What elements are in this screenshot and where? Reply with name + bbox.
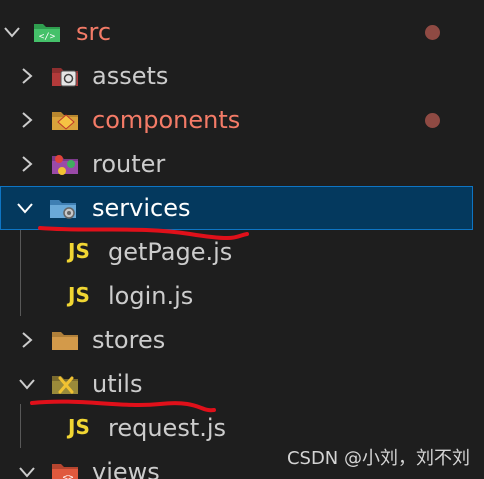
folder-components-icon bbox=[52, 112, 78, 130]
tree-item-label: components bbox=[92, 106, 241, 134]
tree-item-login-js[interactable]: JS login.js bbox=[0, 274, 484, 318]
chevron-down-icon[interactable] bbox=[15, 198, 35, 218]
javascript-file-icon: JS bbox=[68, 415, 90, 439]
modified-indicator bbox=[425, 25, 440, 40]
svg-text:<>: <> bbox=[63, 473, 74, 479]
chevron-right-icon[interactable] bbox=[17, 330, 37, 350]
folder-views-icon: <> bbox=[52, 464, 78, 479]
javascript-file-icon: JS bbox=[68, 239, 90, 263]
folder-assets-icon bbox=[52, 68, 78, 87]
chevron-down-icon[interactable] bbox=[17, 462, 37, 479]
tree-item-getpage-js[interactable]: JS getPage.js bbox=[0, 230, 484, 274]
tree-item-router[interactable]: router bbox=[0, 142, 484, 186]
javascript-file-icon: JS bbox=[68, 283, 90, 307]
chevron-right-icon[interactable] bbox=[17, 66, 37, 86]
chevron-right-icon[interactable] bbox=[17, 154, 37, 174]
folder-router-icon bbox=[52, 155, 78, 175]
folder-utils-icon bbox=[52, 376, 78, 394]
tree-item-label: src bbox=[76, 18, 112, 46]
folder-src-icon: </> bbox=[34, 24, 60, 42]
tree-item-utils[interactable]: utils bbox=[0, 362, 484, 406]
tree-item-assets[interactable]: assets bbox=[0, 54, 484, 98]
tree-item-label: router bbox=[92, 150, 166, 178]
tree-item-label: assets bbox=[92, 62, 169, 90]
tree-item-stores[interactable]: stores bbox=[0, 318, 484, 362]
chevron-down-icon[interactable] bbox=[2, 22, 22, 42]
tree-item-request-js[interactable]: JS request.js bbox=[0, 406, 484, 450]
file-explorer-tree: </> src assets components router service… bbox=[0, 0, 484, 479]
chevron-down-icon[interactable] bbox=[17, 374, 37, 394]
svg-text:</>: </> bbox=[39, 32, 56, 42]
tree-item-label: login.js bbox=[108, 282, 194, 310]
tree-item-services[interactable]: services bbox=[0, 186, 473, 230]
tree-item-label: services bbox=[92, 194, 191, 222]
tree-item-label: request.js bbox=[108, 414, 227, 442]
tree-item-components[interactable]: components bbox=[0, 98, 484, 142]
modified-indicator bbox=[425, 113, 440, 128]
tree-row-partial bbox=[0, 0, 484, 8]
folder-icon bbox=[52, 332, 78, 350]
tree-item-src[interactable]: </> src bbox=[0, 10, 484, 54]
chevron-right-icon[interactable] bbox=[17, 110, 37, 130]
folder-services-icon bbox=[50, 200, 76, 219]
tree-item-label: views bbox=[92, 458, 160, 479]
tree-item-label: stores bbox=[92, 326, 166, 354]
tree-item-label: getPage.js bbox=[108, 238, 233, 266]
tree-item-label: utils bbox=[92, 370, 143, 398]
watermark-text: CSDN @小刘，刘不刘 bbox=[286, 448, 470, 469]
